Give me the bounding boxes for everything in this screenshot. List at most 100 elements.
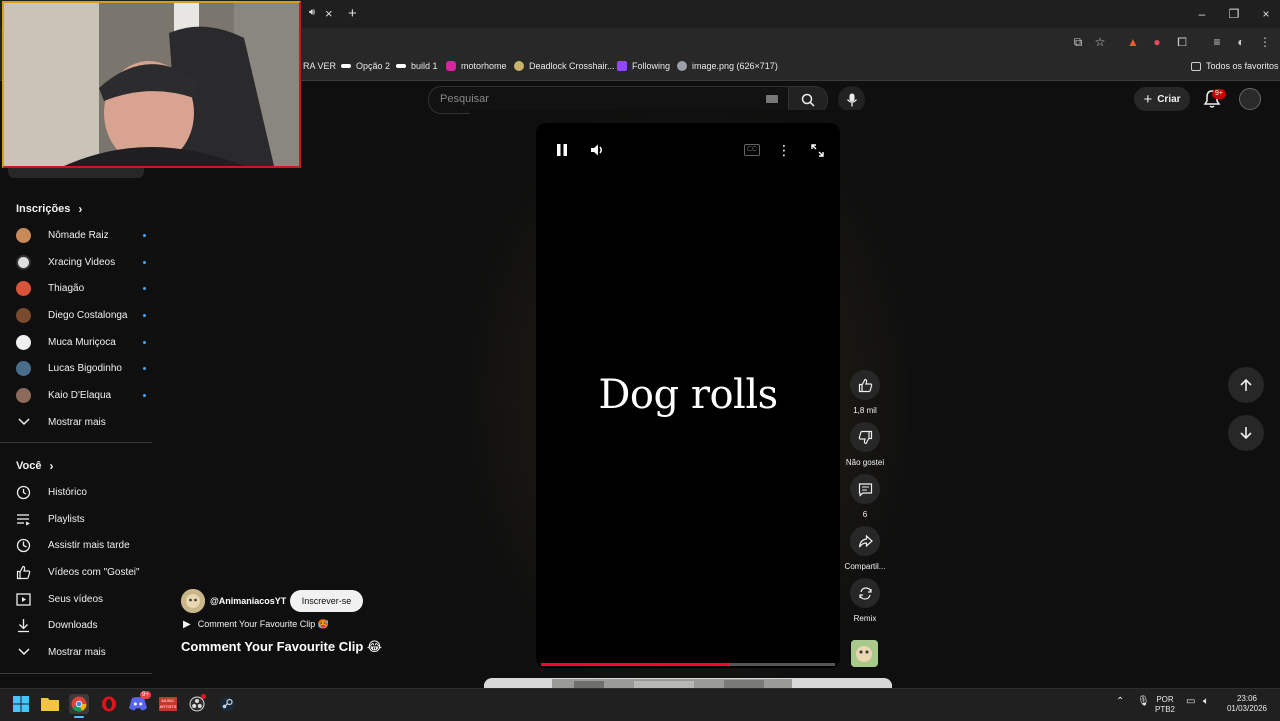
volume-icon — [591, 144, 602, 156]
speaker-icon[interactable]: 🔈︎ — [1203, 697, 1209, 707]
like-button[interactable] — [850, 370, 880, 400]
comments-action[interactable]: 6 — [845, 474, 885, 519]
pause-button[interactable] — [552, 140, 572, 160]
folder-icon — [41, 698, 59, 711]
browser-menu-icon[interactable]: ⋮ — [1258, 35, 1272, 49]
share-button[interactable] — [850, 526, 880, 556]
comments-button[interactable] — [850, 474, 880, 504]
show-more-you[interactable]: Mostrar mais — [16, 642, 146, 662]
keyboard-icon[interactable] — [766, 95, 778, 103]
bookmark-item[interactable]: Opção 2 — [341, 61, 390, 71]
sidebar-item-watch-later[interactable]: Assistir mais tarde — [16, 535, 146, 555]
music-app-button[interactable]: MUSIC ARTISTS — [158, 694, 178, 714]
clock[interactable]: 23:06 01/03/2026 — [1224, 694, 1270, 714]
channel-avatar — [16, 280, 31, 296]
install-app-icon[interactable]: ⧉ — [1071, 35, 1085, 49]
subscribe-button[interactable]: Inscrever-se — [290, 590, 363, 612]
pause-icon — [557, 144, 567, 156]
you-header[interactable]: Você › — [16, 459, 53, 473]
bookmark-item[interactable]: Following — [617, 61, 670, 71]
sidebar-item-history[interactable]: Histórico — [16, 482, 146, 502]
subscription-item[interactable]: Muca Muriçoca — [16, 332, 146, 352]
windows-logo-icon — [13, 696, 29, 712]
tab-search-icon[interactable]: ≡ — [1210, 35, 1224, 49]
extensions-puzzle-icon[interactable]: ⧠ — [1175, 35, 1189, 49]
subscription-item[interactable]: Nômade Raiz — [16, 225, 146, 245]
webcam-feed — [4, 3, 299, 166]
fullscreen-icon — [810, 143, 824, 157]
create-button[interactable]: + Criar — [1134, 87, 1190, 111]
obs-taskbar-button[interactable] — [187, 694, 207, 714]
dislike-label: Não gostei — [845, 458, 885, 467]
new-tab-button[interactable]: + — [348, 5, 357, 22]
sidebar-item-your-videos[interactable]: Seus vídeos — [16, 589, 146, 609]
network-icon[interactable]: ▭ — [1186, 697, 1195, 707]
discord-taskbar-button[interactable]: 9+ — [128, 691, 151, 714]
playlists-icon — [16, 512, 31, 527]
chrome-taskbar-button[interactable] — [69, 694, 89, 714]
restore-button[interactable]: ❐ — [1218, 0, 1250, 28]
microphone-tray-icon[interactable]: 🎙︎ — [1137, 697, 1150, 707]
microphone-icon — [846, 93, 857, 106]
video-icon — [16, 592, 31, 607]
sidebar-item-playlists[interactable]: Playlists — [16, 509, 146, 529]
language-indicator[interactable]: POR PTB2 — [1155, 695, 1175, 715]
volume-button[interactable] — [588, 140, 608, 160]
profile-icon[interactable]: ◐ — [1234, 35, 1248, 49]
tray-chevron-up-icon[interactable]: ⌃ — [1116, 697, 1124, 707]
bookmark-item[interactable]: Deadlock Crosshair... — [514, 61, 615, 71]
webcam-overlay — [2, 1, 301, 168]
like-action[interactable]: 1,8 mil — [845, 370, 885, 415]
file-explorer-button[interactable] — [40, 694, 60, 714]
remix-action[interactable]: Remix — [845, 578, 885, 623]
subscription-item[interactable]: Diego Costalonga — [16, 305, 146, 325]
previous-short-button[interactable] — [1228, 367, 1264, 403]
subscriptions-header[interactable]: Inscrições › — [16, 202, 82, 216]
dislike-button[interactable] — [850, 422, 880, 452]
minimize-button[interactable]: – — [1186, 0, 1218, 28]
subscription-item[interactable]: Thiagão — [16, 278, 146, 298]
start-button[interactable] — [11, 694, 31, 714]
subscription-item[interactable]: Xracing Videos — [16, 252, 146, 272]
remix-button[interactable] — [850, 578, 880, 608]
dislike-action[interactable]: Não gostei — [845, 422, 885, 467]
tab-audio-icon[interactable]: 🔊︎ — [309, 7, 315, 18]
steam-taskbar-button[interactable] — [217, 694, 237, 714]
channel-thumbnail[interactable] — [851, 640, 878, 667]
sidebar-item-liked-videos[interactable]: Vídeos com "Gostei" — [16, 562, 146, 582]
captions-button[interactable]: CC — [742, 140, 762, 160]
channel-handle[interactable]: @AnimaniacosYT — [210, 596, 286, 606]
next-short-button[interactable] — [1228, 415, 1264, 451]
extension-fox-icon[interactable]: ▲ — [1126, 35, 1140, 49]
music-app-icon: MUSIC ARTISTS — [159, 697, 177, 711]
subscription-item[interactable]: Kaio D'Elaqua — [16, 385, 146, 405]
channel-avatar[interactable] — [181, 589, 205, 613]
extension-ftz-icon[interactable]: ● — [1150, 35, 1164, 49]
share-action[interactable]: Compartil... — [845, 526, 885, 571]
instagram-icon — [446, 61, 456, 71]
voice-search-button[interactable] — [838, 86, 865, 113]
bookmark-item[interactable]: image.png (626×717) — [677, 61, 778, 71]
tab-close-button[interactable]: × — [325, 6, 333, 21]
globe-icon — [677, 61, 687, 71]
sidebar-item-downloads[interactable]: Downloads — [16, 615, 146, 635]
account-avatar[interactable] — [1239, 88, 1261, 110]
bookmark-star-icon[interactable]: ☆ — [1093, 35, 1107, 49]
chrome-icon — [71, 696, 87, 712]
bookmark-item[interactable]: build 1 — [396, 61, 438, 71]
sidebar-divider — [0, 442, 152, 443]
music-line[interactable]: ▶ Comment Your Favourite Clip 🥵 — [183, 619, 329, 630]
fullscreen-button[interactable] — [807, 140, 827, 160]
new-content-dot — [143, 313, 146, 317]
all-bookmarks[interactable]: Todos os favoritos — [1191, 61, 1279, 71]
bookmark-item[interactable]: RA VER — [303, 61, 336, 71]
active-app-indicator — [74, 716, 84, 718]
subscription-item[interactable]: Lucas Bigodinho — [16, 358, 146, 378]
player-more-icon[interactable]: ⋮ — [774, 140, 794, 160]
show-more-subscriptions[interactable]: Mostrar mais — [16, 412, 146, 432]
opera-taskbar-button[interactable] — [99, 694, 119, 714]
plus-icon: + — [1143, 90, 1153, 108]
bookmark-item[interactable]: motorhome — [446, 61, 507, 71]
close-window-button[interactable]: × — [1250, 0, 1280, 28]
discord-icon — [129, 697, 147, 711]
